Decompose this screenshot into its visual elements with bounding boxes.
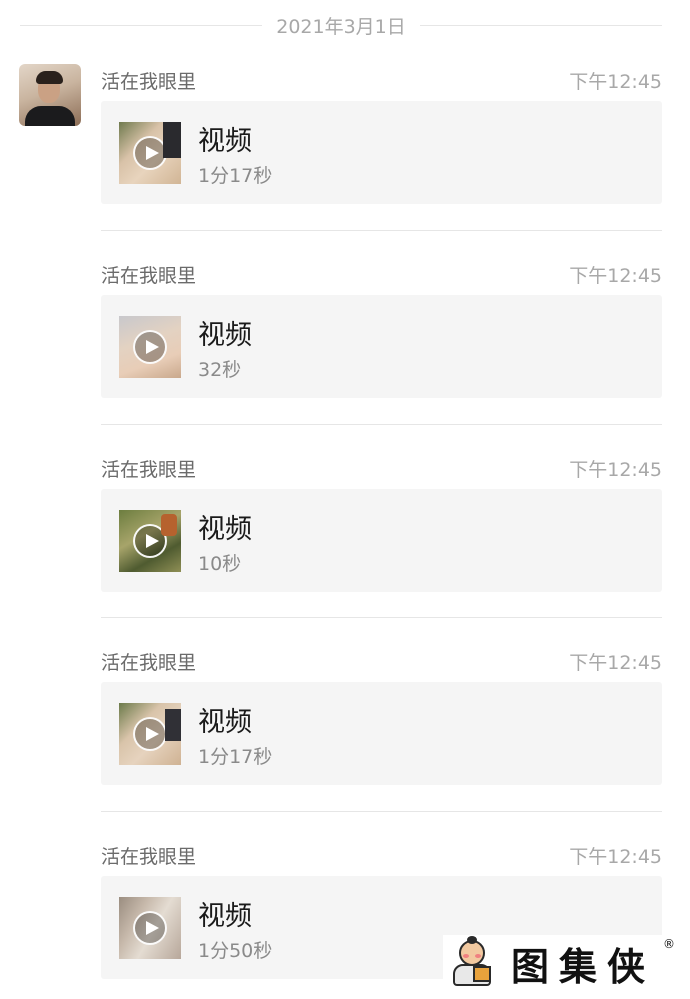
date-separator: 2021年3月1日 (20, 10, 662, 40)
video-message-card[interactable]: 视频 1分17秒 (101, 101, 662, 204)
video-thumbnail[interactable] (119, 703, 181, 765)
video-duration: 1分17秒 (198, 165, 273, 187)
video-thumbnail[interactable] (119, 316, 181, 378)
video-duration: 1分17秒 (198, 746, 273, 768)
date-separator-line-left (20, 24, 263, 26)
sender-avatar[interactable] (19, 64, 81, 126)
message-time: 下午12:45 (569, 71, 662, 93)
video-thumbnail[interactable] (119, 122, 181, 184)
message-sender: 活在我眼里 (101, 652, 197, 674)
mascot-cheek (463, 954, 469, 958)
video-message-card[interactable]: 视频 1分17秒 (101, 682, 662, 785)
play-icon (133, 717, 167, 751)
video-duration: 1分50秒 (198, 940, 273, 962)
message-item: 活在我眼里 下午12:45 视频 1分17秒 (101, 67, 662, 242)
video-duration: 10秒 (198, 553, 242, 575)
message-time: 下午12:45 (569, 652, 662, 674)
play-icon (133, 524, 167, 558)
message-divider (101, 811, 662, 812)
registered-mark: ® (663, 937, 675, 951)
play-icon (133, 330, 167, 364)
message-time: 下午12:45 (569, 846, 662, 868)
watermark-text: 图集侠 (511, 943, 656, 989)
video-title: 视频 (198, 514, 252, 545)
video-title: 视频 (198, 707, 252, 738)
date-separator-line-right (419, 24, 662, 26)
message-divider (101, 230, 662, 231)
message-item: 活在我眼里 下午12:45 视频 10秒 (101, 455, 662, 630)
video-title: 视频 (198, 126, 252, 157)
video-duration: 32秒 (198, 359, 242, 381)
message-sender: 活在我眼里 (101, 265, 197, 287)
message-sender: 活在我眼里 (101, 459, 197, 481)
message-divider (101, 617, 662, 618)
message-sender: 活在我眼里 (101, 846, 197, 868)
message-item: 活在我眼里 下午12:45 视频 32秒 (101, 261, 662, 436)
message-sender: 活在我眼里 (101, 71, 197, 93)
message-item: 活在我眼里 下午12:45 视频 1分17秒 (101, 648, 662, 823)
date-separator-text: 2021年3月1日 (276, 15, 406, 38)
video-title: 视频 (198, 320, 252, 351)
video-thumbnail[interactable] (119, 897, 181, 959)
video-message-card[interactable]: 视频 32秒 (101, 295, 662, 398)
play-icon (133, 911, 167, 945)
video-thumbnail[interactable] (119, 510, 181, 572)
message-time: 下午12:45 (569, 459, 662, 481)
watermark-mascot-icon (443, 936, 501, 990)
video-message-card[interactable]: 视频 10秒 (101, 489, 662, 592)
play-icon (133, 136, 167, 170)
watermark: 图集侠 ® (443, 935, 679, 991)
message-time: 下午12:45 (569, 265, 662, 287)
mascot-book (473, 966, 491, 982)
chat-history-page: 2021年3月1日 活在我眼里 下午12:45 视频 1分17秒 活在我眼里 下… (0, 0, 690, 999)
message-divider (101, 424, 662, 425)
avatar-hair (36, 71, 63, 84)
video-title: 视频 (198, 901, 252, 932)
mascot-hair-bun (467, 936, 477, 944)
mascot-cheek (475, 954, 481, 958)
avatar-shirt (25, 106, 75, 126)
